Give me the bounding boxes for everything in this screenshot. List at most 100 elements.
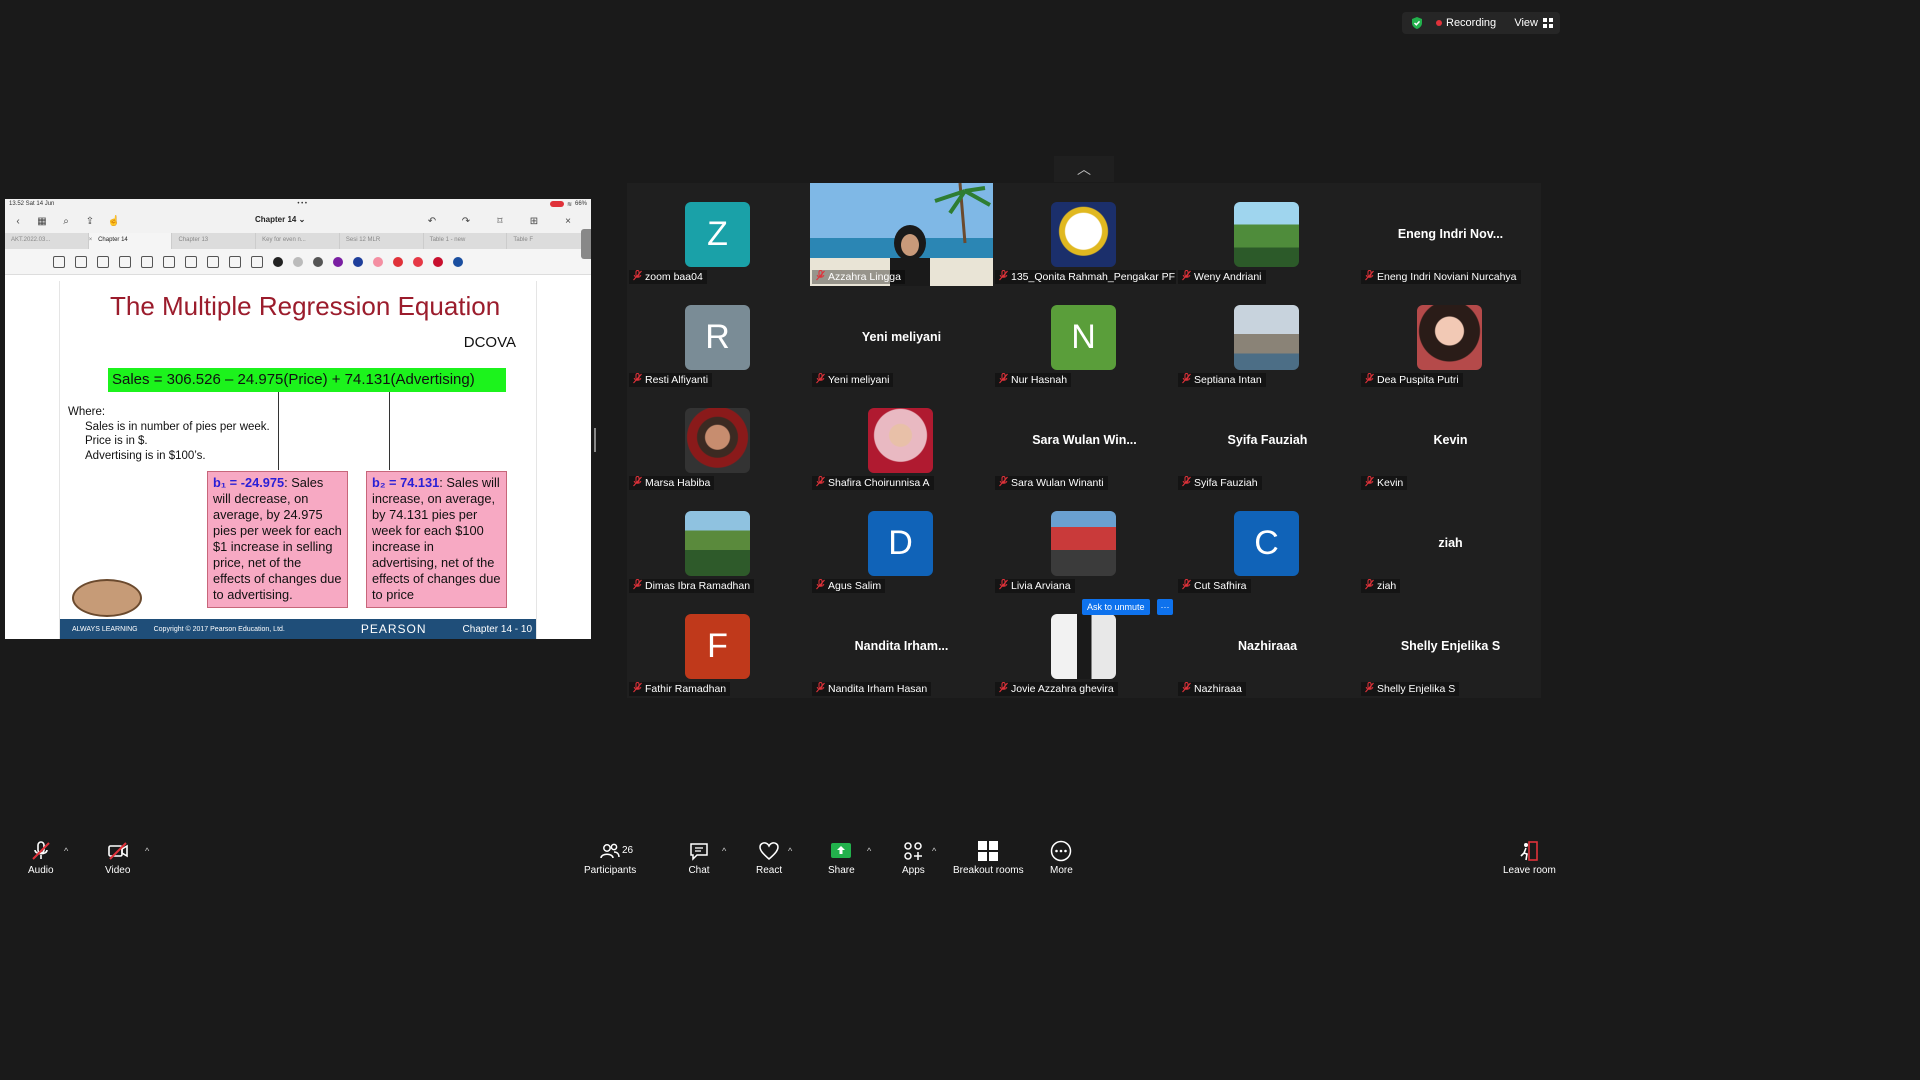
share-icon[interactable]: ⇪ <box>83 214 97 228</box>
participant-tile[interactable]: Weny Andriani <box>1176 183 1359 286</box>
more-button[interactable]: More <box>1050 840 1073 876</box>
participant-tile[interactable]: Marsa Habiba <box>627 389 810 492</box>
grid-view-icon[interactable]: ▦ <box>35 214 49 228</box>
shapes-tool-icon[interactable] <box>119 255 131 268</box>
text-tool-icon[interactable] <box>229 255 241 268</box>
participant-tile[interactable]: Nazhiraaa Nazhiraaa <box>1176 595 1359 698</box>
pen-color-swatch[interactable] <box>353 256 363 267</box>
chat-button[interactable]: Chat <box>688 840 710 876</box>
pen-color-swatch[interactable] <box>313 256 323 267</box>
participant-tile[interactable]: Azzahra Lingga <box>810 183 993 286</box>
participant-tile[interactable]: D Agus Salim <box>810 492 993 595</box>
participant-tile[interactable]: Eneng Indri Nov... Eneng Indri Noviani Nu… <box>1359 183 1542 286</box>
share-options-caret-icon[interactable]: ^ <box>867 846 871 856</box>
leave-room-button[interactable]: Leave room <box>1503 840 1556 876</box>
react-options-caret-icon[interactable]: ^ <box>788 846 792 856</box>
tab-6[interactable]: Table F <box>507 233 591 249</box>
tab-2[interactable]: Chapter 13 <box>172 233 257 249</box>
participants-icon <box>600 843 620 859</box>
participant-tile[interactable]: C Cut Safhira <box>1176 492 1359 595</box>
participant-tile[interactable]: N Nur Hasnah <box>993 286 1176 389</box>
audio-options-caret-icon[interactable]: ^ <box>64 846 68 856</box>
keyboard-tool-icon[interactable] <box>207 255 219 268</box>
tab-0[interactable]: AKT.2022.03... <box>5 233 89 249</box>
participant-tile[interactable]: Dimas Ibra Ramadhan <box>627 492 810 595</box>
participant-tile[interactable]: Nandita Irham... Nandita Irham Hasan <box>810 595 993 698</box>
highlighter-tool-icon[interactable] <box>97 255 109 268</box>
pen-color-swatch[interactable] <box>433 256 443 267</box>
redo-icon[interactable]: ↷ <box>459 214 473 228</box>
pen-color-swatch[interactable] <box>393 256 403 267</box>
tab-5[interactable]: Table 1 - new <box>424 233 508 249</box>
ask-to-unmute-button[interactable]: Ask to unmute <box>1082 599 1150 615</box>
close-icon[interactable]: × <box>561 214 575 228</box>
sidebar-handle[interactable] <box>581 229 591 259</box>
view-grid-icon[interactable] <box>1542 17 1554 29</box>
audio-button[interactable]: Audio <box>28 840 54 876</box>
pie-illustration <box>72 579 142 617</box>
eraser-tool-icon[interactable] <box>75 255 87 268</box>
recording-label[interactable]: Recording <box>1446 17 1496 29</box>
share-button[interactable]: Share <box>828 840 855 876</box>
tab-1[interactable]: × Chapter 14 <box>88 233 173 249</box>
sticker-tool-icon[interactable] <box>163 255 175 268</box>
pen-color-swatch[interactable] <box>273 256 283 267</box>
tab-close-icon[interactable]: × <box>89 237 93 243</box>
apps-button[interactable]: Apps <box>902 840 925 876</box>
shared-screen[interactable]: 13.52 Sat 14 Jun • • • ≋ 66% ‹ ▦ ⌕ ⇪ ☝ C… <box>5 199 591 639</box>
participant-tile[interactable]: Zzoom baa04 <box>627 183 810 286</box>
pen-color-swatch[interactable] <box>373 256 383 267</box>
breakout-rooms-label: Breakout rooms <box>953 865 1024 876</box>
pen-color-swatch[interactable] <box>333 256 343 267</box>
participant-tile[interactable]: 135_Qonita Rahmah_Pengakar PF 1 <box>993 183 1176 286</box>
profile-photo <box>1051 511 1116 576</box>
participant-tile[interactable]: Sara Wulan Win... Sara Wulan Winanti <box>993 389 1176 492</box>
document-title[interactable]: Chapter 14 ⌄ <box>255 215 305 224</box>
laser-tool-icon[interactable] <box>251 255 263 268</box>
pen-color-swatch[interactable] <box>413 256 423 267</box>
pen-color-swatch[interactable] <box>453 256 463 267</box>
participant-tile[interactable]: Kevin Kevin <box>1359 389 1542 492</box>
participant-name-label: Azzahra Lingga <box>812 270 905 284</box>
more-options-button[interactable]: ··· <box>1157 599 1173 615</box>
where-line: Sales is in number of pies per week. <box>85 420 270 433</box>
screen-record-icon <box>549 201 564 207</box>
bookmark-icon[interactable]: ⌑ <box>493 214 507 228</box>
undo-icon[interactable]: ↶ <box>425 214 439 228</box>
muted-icon <box>1365 476 1374 490</box>
participant-tile[interactable]: ziah ziah <box>1359 492 1542 595</box>
participant-tile[interactable]: R Resti Alfiyanti <box>627 286 810 389</box>
pen-color-swatch[interactable] <box>293 256 303 267</box>
breakout-rooms-button[interactable]: Breakout rooms <box>953 840 1024 876</box>
tab-4[interactable]: Sesi 12 MLR <box>340 233 424 249</box>
b2-coefficient: b₂ = 74.131 <box>372 475 440 490</box>
touch-icon[interactable]: ☝ <box>107 214 121 228</box>
participant-tile[interactable]: F Fathir Ramadhan <box>627 595 810 698</box>
participant-tile[interactable]: Shafira Choirunnisa A <box>810 389 993 492</box>
advertising-coefficient-box: b₂ = 74.131: Sales will increase, on ave… <box>366 471 507 608</box>
search-icon[interactable]: ⌕ <box>59 214 73 228</box>
participant-tile[interactable]: Syifa Fauziah Syifa Fauziah <box>1176 389 1359 492</box>
apps-options-caret-icon[interactable]: ^ <box>932 846 936 856</box>
participant-tile[interactable]: Yeni meliyani Yeni meliyani <box>810 286 993 389</box>
participant-tile[interactable]: Dea Puspita Putri <box>1359 286 1542 389</box>
participant-tile[interactable]: Shelly Enjelika S Shelly Enjelika S <box>1359 595 1542 698</box>
react-button[interactable]: React <box>756 840 782 876</box>
chat-label: Chat <box>688 865 710 876</box>
video-options-caret-icon[interactable]: ^ <box>145 846 149 856</box>
split-divider[interactable] <box>594 428 596 452</box>
chat-icon <box>690 843 708 861</box>
tab-3[interactable]: Key for even n... <box>256 233 340 249</box>
chevron-up-icon[interactable]: ︿ <box>1054 156 1114 182</box>
video-button[interactable]: Video <box>105 840 130 876</box>
lasso-tool-icon[interactable] <box>141 255 153 268</box>
ipad-nav-bar: ‹ ▦ ⌕ ⇪ ☝ Chapter 14 ⌄ ↶ ↷ ⌑ ⊞ × <box>5 209 591 233</box>
back-icon[interactable]: ‹ <box>11 214 25 228</box>
image-tool-icon[interactable] <box>185 255 197 268</box>
view-button-label[interactable]: View <box>1514 17 1538 29</box>
participant-tile[interactable]: Livia Arviana <box>993 492 1176 595</box>
pen-tool-icon[interactable] <box>53 255 65 268</box>
chat-options-caret-icon[interactable]: ^ <box>722 846 726 856</box>
add-page-icon[interactable]: ⊞ <box>527 214 541 228</box>
participant-tile[interactable]: Septiana Intan <box>1176 286 1359 389</box>
